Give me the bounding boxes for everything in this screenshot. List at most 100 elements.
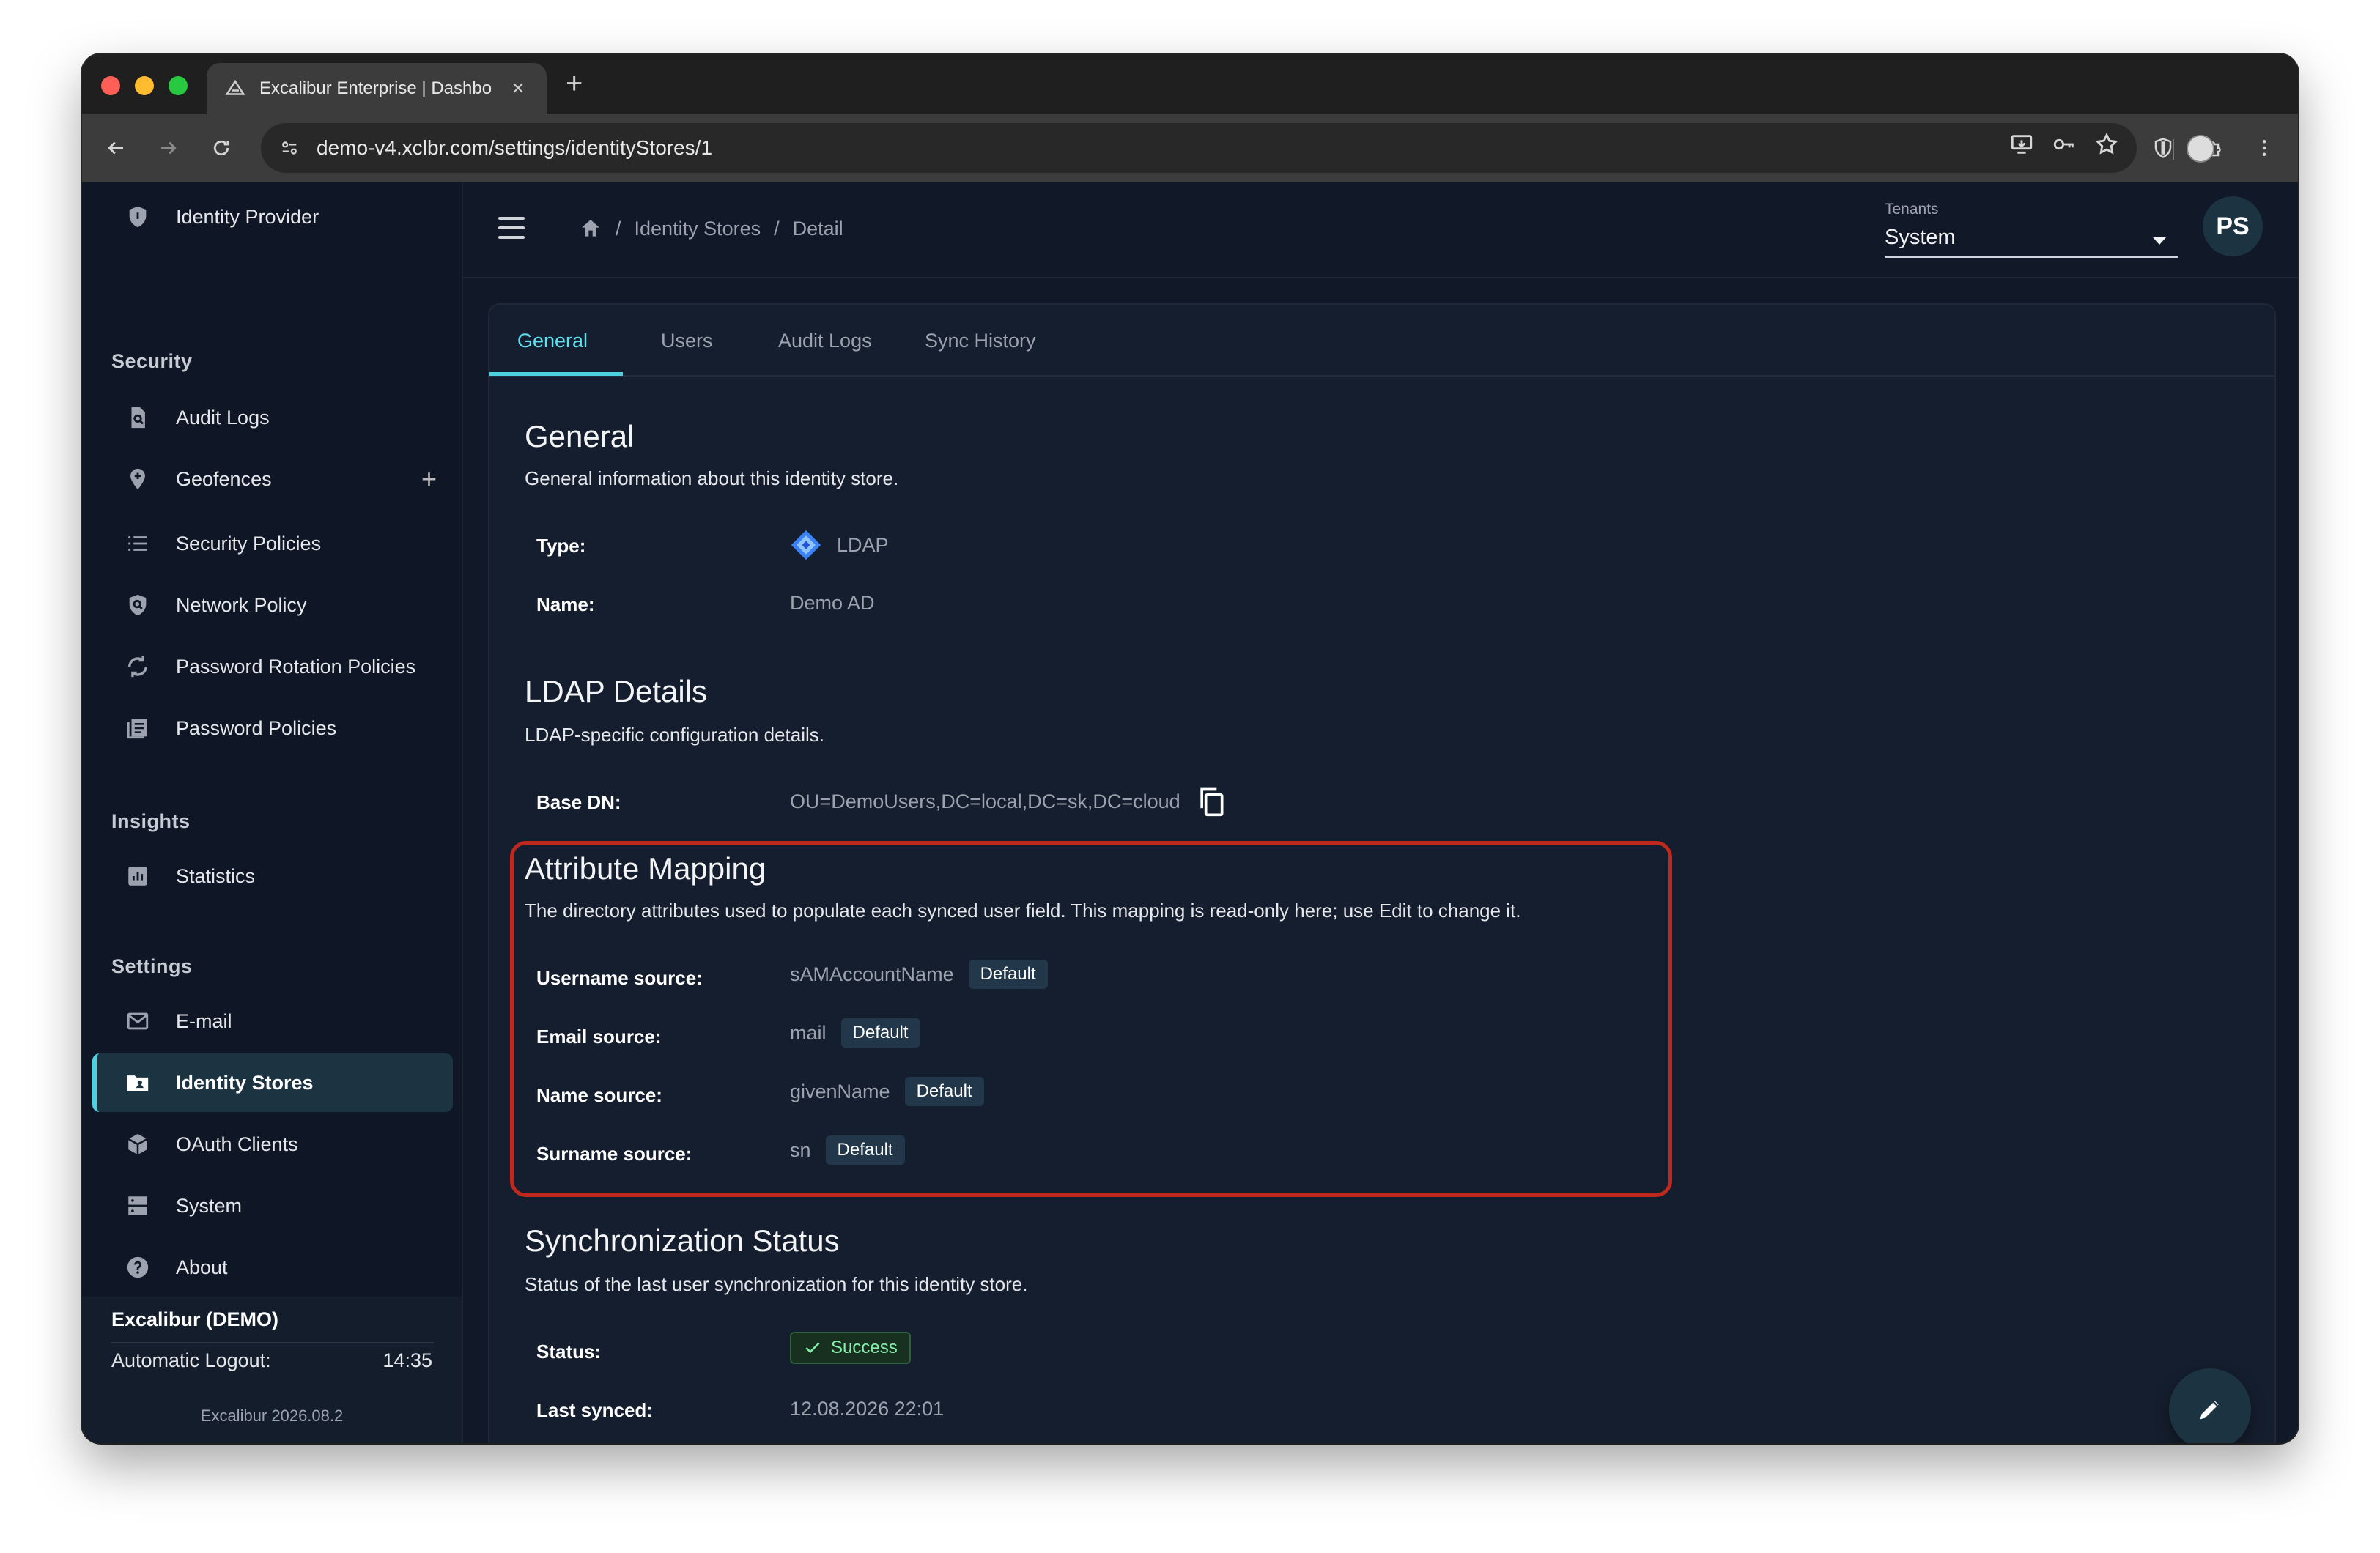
surname-source-label: Surname source: bbox=[536, 1143, 692, 1165]
sidebar-section-security: Security bbox=[111, 350, 193, 372]
minimize-window-button[interactable] bbox=[135, 76, 154, 95]
sidebar-item-label: Statistics bbox=[176, 864, 256, 887]
section-subtitle-ldap: LDAP-specific configuration details. bbox=[525, 724, 824, 746]
sidebar-item-label: System bbox=[176, 1194, 243, 1217]
chevron-down-icon bbox=[2153, 237, 2166, 245]
sidebar-item-security-policies[interactable]: Security Policies bbox=[92, 514, 453, 573]
rotation-icon bbox=[122, 651, 154, 683]
tenant-select[interactable]: Tenants System bbox=[1885, 195, 2178, 258]
sidebar-item-label: Identity Provider bbox=[176, 205, 319, 228]
close-window-button[interactable] bbox=[101, 76, 120, 95]
automatic-logout-time: 14:35 bbox=[382, 1349, 432, 1371]
shield-icon bbox=[122, 201, 154, 233]
section-title-mapping: Attribute Mapping bbox=[525, 851, 766, 886]
breadcrumb: / Identity Stores / Detail bbox=[579, 217, 843, 240]
section-subtitle-general: General information about this identity … bbox=[525, 467, 899, 489]
tab-strip: Excalibur Enterprise | Dashbo × + bbox=[82, 54, 2298, 114]
status-value: Success bbox=[831, 1338, 898, 1357]
tab-general[interactable]: General bbox=[517, 330, 588, 352]
maximize-window-button[interactable] bbox=[169, 76, 188, 95]
name-source-row: givenName Default bbox=[790, 1077, 984, 1106]
tab-sync-history[interactable]: Sync History bbox=[925, 330, 1036, 352]
tenant-select-value: System bbox=[1885, 226, 1956, 249]
home-icon[interactable] bbox=[579, 217, 602, 240]
user-avatar[interactable]: PS bbox=[2203, 196, 2263, 256]
tab-close-icon[interactable]: × bbox=[507, 76, 529, 101]
breadcrumb-identity-stores[interactable]: Identity Stores bbox=[635, 218, 761, 240]
default-badge: Default bbox=[825, 1135, 905, 1165]
sidebar-footer: Excalibur (DEMO) Automatic Logout: 14:35… bbox=[82, 1297, 462, 1443]
edit-button[interactable] bbox=[2169, 1368, 2251, 1443]
bookmark-star-icon[interactable] bbox=[2094, 132, 2119, 157]
site-settings-icon[interactable] bbox=[276, 134, 303, 162]
password-key-icon[interactable] bbox=[2052, 132, 2077, 157]
toolbar-divider bbox=[2173, 139, 2174, 160]
default-badge: Default bbox=[840, 1018, 920, 1048]
sidebar-item-identity-provider[interactable]: Identity Provider bbox=[92, 188, 453, 246]
status-label: Status: bbox=[536, 1341, 602, 1363]
sidebar-item-system[interactable]: System bbox=[92, 1176, 453, 1235]
browser-profile-avatar[interactable] bbox=[2187, 135, 2214, 163]
default-badge: Default bbox=[968, 960, 1048, 989]
install-app-icon[interactable] bbox=[2009, 132, 2034, 157]
sidebar-item-password-rotation-policies[interactable]: Password Rotation Policies bbox=[92, 637, 453, 696]
sidebar-item-label: Password Rotation Policies bbox=[176, 655, 416, 678]
sidebar-section-settings: Settings bbox=[111, 955, 193, 977]
base-dn-value: OU=DemoUsers,DC=local,DC=sk,DC=cloud bbox=[790, 790, 1180, 812]
sidebar-item-audit-logs[interactable]: Audit Logs bbox=[92, 388, 453, 447]
app-version: Excalibur 2026.08.2 bbox=[200, 1406, 344, 1425]
new-tab-button[interactable]: + bbox=[566, 69, 583, 98]
sidebar-item-geofences[interactable]: Geofences + bbox=[92, 450, 453, 508]
username-source-value: sAMAccountName bbox=[790, 963, 954, 985]
identity-store-detail-card: General Users Audit Logs Sync History Ge… bbox=[488, 303, 2276, 1443]
section-title-general: General bbox=[525, 419, 635, 453]
ldap-diamond-icon bbox=[791, 530, 821, 560]
sidebar-item-password-policies[interactable]: Password Policies bbox=[92, 699, 453, 757]
browser-tab[interactable]: Excalibur Enterprise | Dashbo × bbox=[207, 63, 547, 114]
folder-user-icon bbox=[122, 1067, 154, 1099]
username-source-row: sAMAccountName Default bbox=[790, 960, 1048, 989]
app-root: Identity Provider Security Audit Logs Ge… bbox=[82, 182, 2298, 1443]
section-title-sync: Synchronization Status bbox=[525, 1223, 840, 1258]
tab-audit-logs[interactable]: Audit Logs bbox=[778, 330, 872, 352]
username-source-label: Username source: bbox=[536, 967, 703, 989]
status-badge: Success bbox=[790, 1332, 911, 1364]
section-title-ldap: LDAP Details bbox=[525, 674, 708, 708]
tab-users[interactable]: Users bbox=[661, 330, 713, 352]
forward-icon[interactable] bbox=[154, 133, 183, 163]
browser-menu-icon[interactable] bbox=[2250, 133, 2279, 163]
reload-icon[interactable] bbox=[207, 133, 236, 163]
surname-source-value: sn bbox=[790, 1138, 811, 1161]
document-stack-icon bbox=[122, 712, 154, 744]
back-icon[interactable] bbox=[101, 133, 130, 163]
name-source-label: Name source: bbox=[536, 1084, 662, 1106]
sidebar-item-oauth-clients[interactable]: OAuth Clients bbox=[92, 1115, 453, 1174]
sidebar-item-label: Geofences bbox=[176, 467, 272, 490]
sidebar-item-label: Security Policies bbox=[176, 532, 322, 555]
sidebar-item-about[interactable]: About bbox=[92, 1238, 453, 1297]
server-icon bbox=[122, 1190, 154, 1222]
name-label: Name: bbox=[536, 593, 595, 615]
last-synced-value: 12.08.2026 22:01 bbox=[790, 1398, 945, 1420]
sidebar-item-statistics[interactable]: Statistics bbox=[92, 847, 453, 905]
tenant-name: Excalibur (DEMO) bbox=[111, 1308, 279, 1330]
sidebar-item-network-policy[interactable]: Network Policy bbox=[92, 576, 453, 634]
add-geofence-icon[interactable]: + bbox=[421, 466, 437, 492]
address-bar[interactable]: demo-v4.xclbr.com/settings/identityStore… bbox=[261, 123, 2137, 173]
automatic-logout-label: Automatic Logout: bbox=[111, 1349, 271, 1371]
help-circle-icon bbox=[122, 1251, 154, 1283]
sidebar-item-email[interactable]: E-mail bbox=[92, 992, 453, 1050]
location-pin-icon bbox=[122, 463, 154, 495]
sidebar-item-label: OAuth Clients bbox=[176, 1133, 298, 1155]
name-value: Demo AD bbox=[790, 592, 875, 614]
app-favicon-icon bbox=[225, 79, 245, 95]
sidebar-item-identity-stores[interactable]: Identity Stores bbox=[92, 1053, 453, 1112]
sidebar-item-label: Identity Stores bbox=[176, 1071, 314, 1094]
detail-tabs: General Users Audit Logs Sync History bbox=[489, 305, 2274, 377]
browser-window: Excalibur Enterprise | Dashbo × + demo-v… bbox=[82, 54, 2298, 1443]
menu-toggle-icon[interactable] bbox=[498, 217, 525, 239]
copy-icon[interactable] bbox=[1195, 785, 1227, 818]
default-badge: Default bbox=[904, 1077, 984, 1106]
breadcrumb-detail: Detail bbox=[792, 217, 843, 240]
email-source-value: mail bbox=[790, 1021, 827, 1044]
